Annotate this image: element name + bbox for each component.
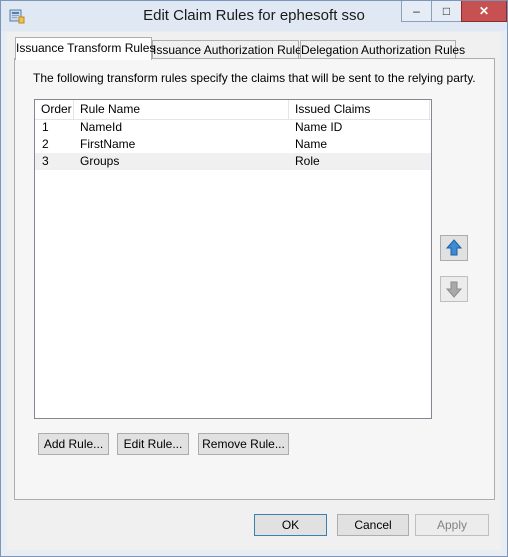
column-header-rule-name[interactable]: Rule Name bbox=[74, 100, 289, 119]
table-row[interactable]: 3 Groups Role bbox=[35, 153, 431, 170]
minimize-icon: – bbox=[413, 4, 420, 18]
apply-button[interactable]: Apply bbox=[415, 514, 489, 536]
close-icon: ✕ bbox=[478, 4, 490, 18]
rules-list[interactable]: Order Rule Name Issued Claims 1 NameId N… bbox=[34, 99, 432, 419]
maximize-button[interactable]: □ bbox=[431, 1, 462, 22]
cancel-button[interactable]: Cancel bbox=[337, 514, 409, 536]
arrow-up-icon bbox=[445, 239, 463, 256]
minimize-button[interactable]: – bbox=[401, 1, 432, 22]
row-rule-name: NameId bbox=[80, 120, 123, 134]
row-rule-name: FirstName bbox=[80, 137, 136, 151]
column-header-order[interactable]: Order bbox=[35, 100, 74, 119]
dialog-window: Edit Claim Rules for ephesoft sso – □ ✕ … bbox=[0, 0, 508, 557]
row-issued-claims: Role bbox=[295, 154, 320, 168]
tab-panel: The following transform rules specify th… bbox=[14, 58, 495, 500]
row-issued-claims: Name bbox=[295, 137, 328, 151]
row-issued-claims: Name ID bbox=[295, 120, 343, 134]
rules-description: The following transform rules specify th… bbox=[33, 71, 476, 85]
row-rule-name: Groups bbox=[80, 154, 120, 168]
maximize-icon: □ bbox=[442, 4, 451, 18]
tab-issuance-authorization-rules[interactable]: Issuance Authorization Rules bbox=[152, 40, 308, 59]
move-down-button[interactable] bbox=[440, 276, 468, 302]
list-header: Order Rule Name Issued Claims bbox=[35, 100, 431, 120]
close-button[interactable]: ✕ bbox=[461, 1, 507, 22]
title-bar[interactable]: Edit Claim Rules for ephesoft sso – □ ✕ bbox=[1, 1, 507, 31]
dialog-client: Issuance Transform Rules Issuance Author… bbox=[7, 32, 501, 550]
remove-rule-button[interactable]: Remove Rule... bbox=[198, 433, 289, 455]
add-rule-button[interactable]: Add Rule... bbox=[38, 433, 109, 455]
row-order: 1 bbox=[42, 120, 49, 134]
row-order: 3 bbox=[42, 154, 49, 168]
edit-rule-button[interactable]: Edit Rule... bbox=[117, 433, 189, 455]
table-row[interactable]: 1 NameId Name ID bbox=[35, 119, 431, 136]
column-header-issued-claims[interactable]: Issued Claims bbox=[289, 100, 430, 119]
tab-delegation-authorization-rules[interactable]: Delegation Authorization Rules bbox=[300, 40, 465, 59]
tab-issuance-transform-rules[interactable]: Issuance Transform Rules bbox=[15, 37, 155, 60]
arrow-down-icon bbox=[445, 281, 463, 298]
move-up-button[interactable] bbox=[440, 235, 468, 261]
table-row[interactable]: 2 FirstName Name bbox=[35, 136, 431, 153]
ok-button[interactable]: OK bbox=[254, 514, 327, 536]
row-order: 2 bbox=[42, 137, 49, 151]
